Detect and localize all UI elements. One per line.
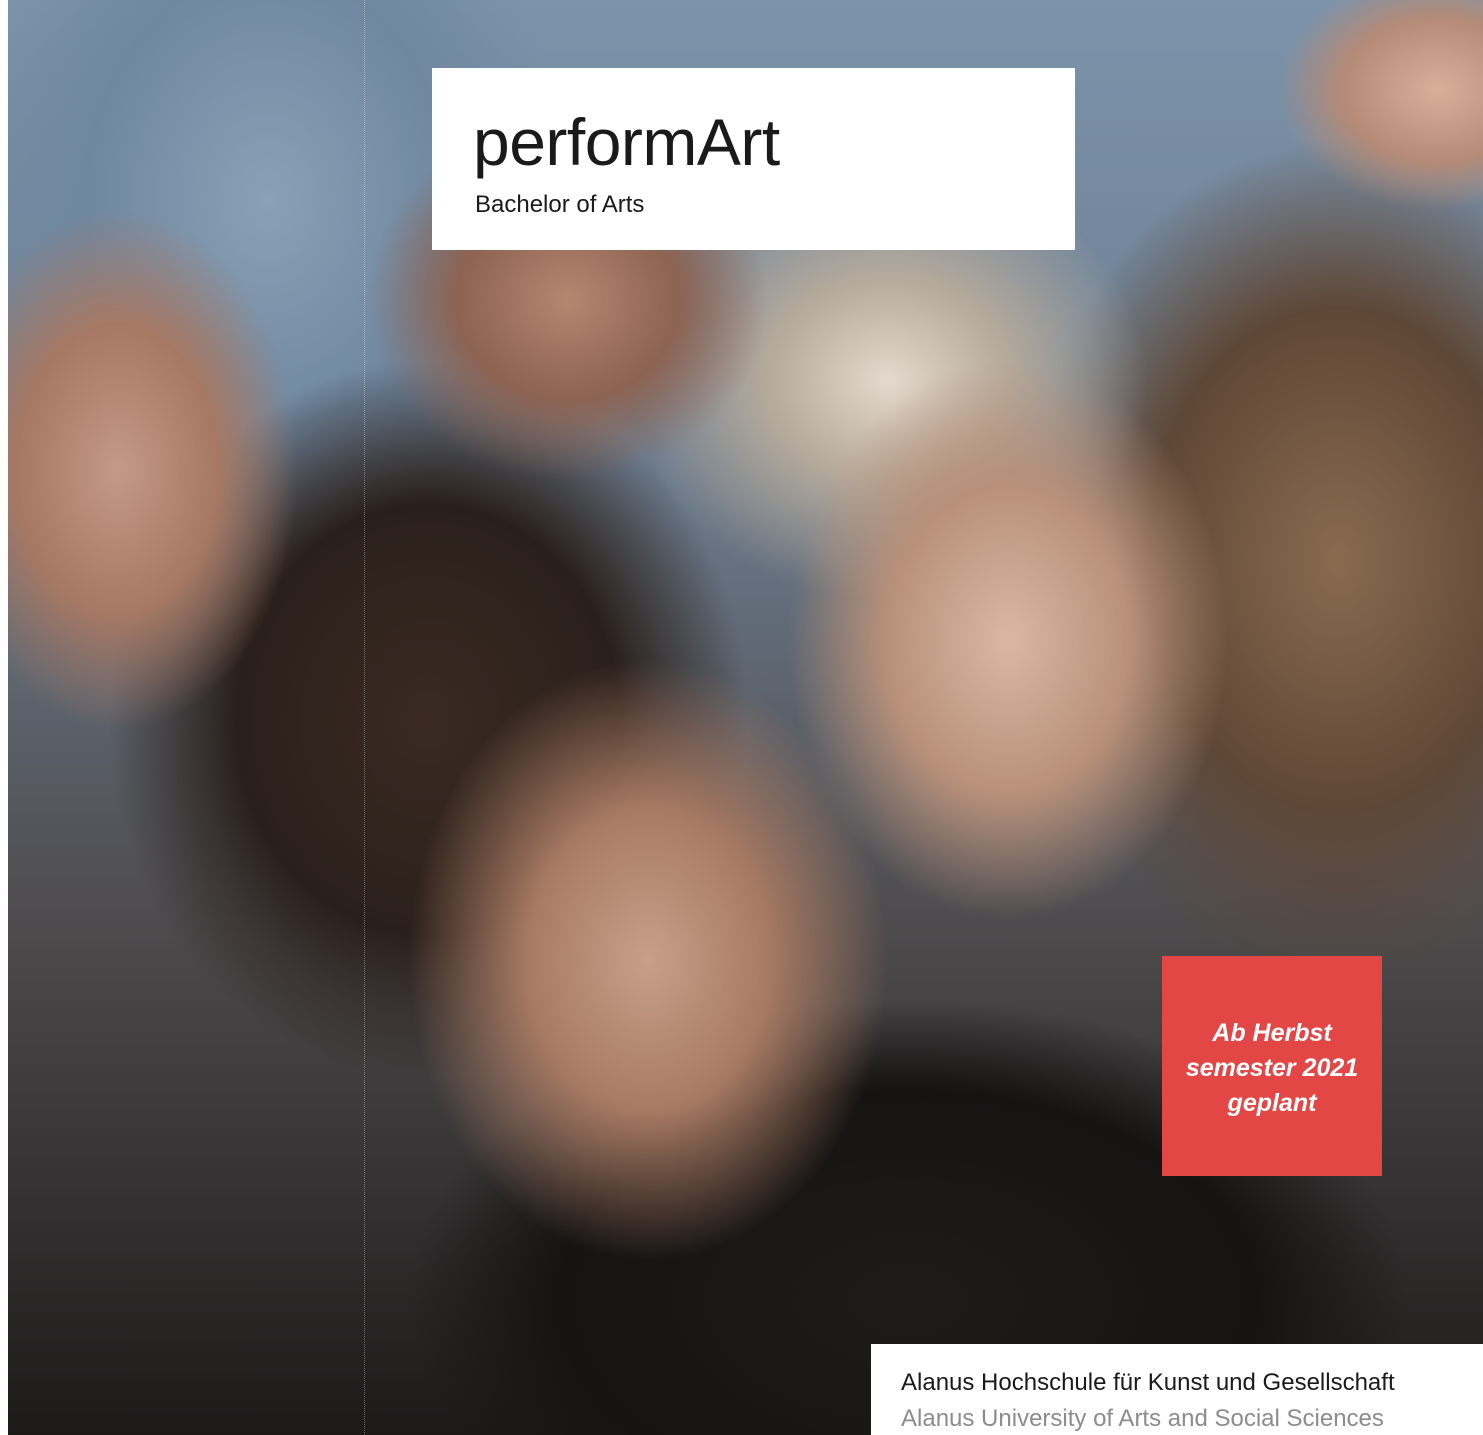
program-title: performArt (473, 105, 780, 179)
brochure-cover: performArt Bachelor of Arts Ab Herbst se… (0, 0, 1483, 1435)
degree-subtitle: Bachelor of Arts (475, 191, 645, 218)
institution-name-german: Alanus Hochschule für Kunst und Gesellsc… (901, 1369, 1395, 1396)
start-date-badge: Ab Herbst semester 2021 geplant (1162, 956, 1382, 1176)
fold-guide-line (364, 0, 365, 1435)
title-panel: performArt Bachelor of Arts (432, 68, 1075, 250)
badge-line: geplant (1227, 1089, 1317, 1117)
badge-text: Ab Herbst semester 2021 geplant (1162, 1016, 1382, 1121)
institution-name-english: Alanus University of Arts and Social Sci… (901, 1405, 1384, 1432)
badge-line: Ab Herbst (1212, 1019, 1332, 1047)
institution-panel: Alanus Hochschule für Kunst und Gesellsc… (871, 1344, 1483, 1435)
badge-line: semester 2021 (1185, 1054, 1359, 1082)
